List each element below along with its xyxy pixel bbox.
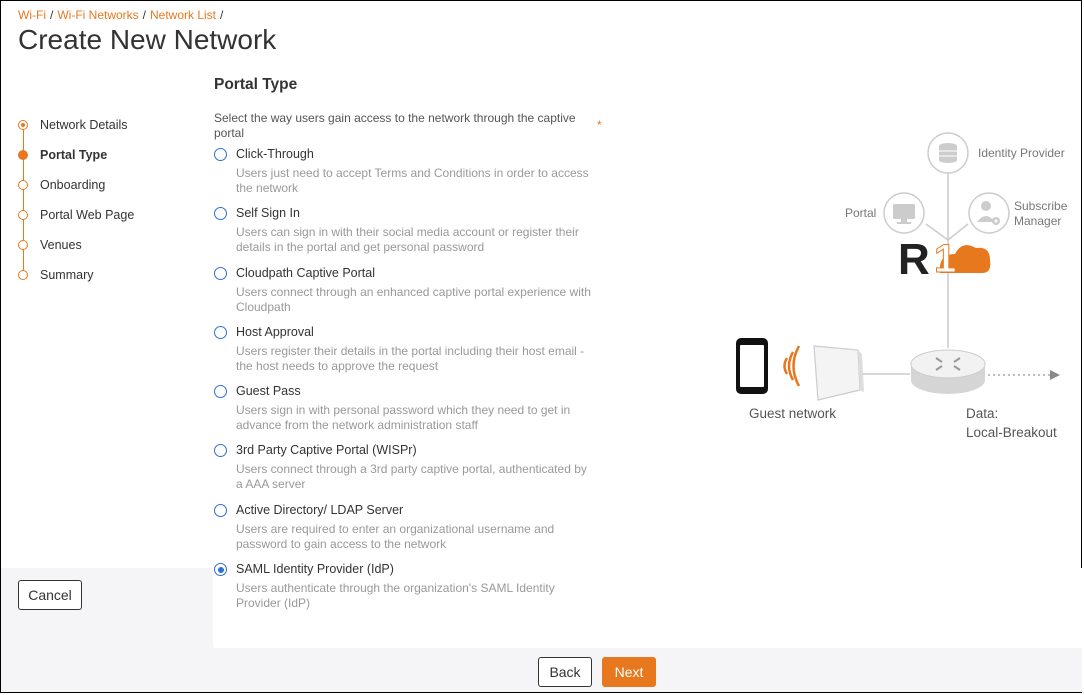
- step-venues[interactable]: Venues: [16, 230, 206, 260]
- local-breakout-label: Local-Breakout: [966, 425, 1057, 440]
- breadcrumb-wifi-networks[interactable]: Wi-Fi Networks: [57, 8, 138, 22]
- subscribe-label: Subscribe: [1014, 199, 1068, 213]
- step-active-icon: [18, 150, 28, 160]
- radio-button[interactable]: [214, 325, 227, 339]
- access-point-icon: [813, 345, 864, 401]
- step-pending-icon: [18, 210, 28, 220]
- option-title: 3rd Party Captive Portal (WISPr): [236, 443, 417, 458]
- step-pending-icon: [18, 240, 28, 250]
- cancel-button[interactable]: Cancel: [18, 580, 82, 610]
- portal-label: Portal: [845, 206, 877, 220]
- user-gear-icon: [968, 192, 1010, 234]
- option-saml-idp[interactable]: SAML Identity Provider (IdP) Users authe…: [214, 562, 604, 622]
- step-pending-icon: [18, 270, 28, 280]
- instructions-text: Select the way users gain access to the …: [214, 111, 576, 140]
- section-title: Portal Type: [214, 76, 298, 93]
- monitor-icon: [883, 192, 925, 234]
- manager-label: Manager: [1014, 214, 1062, 228]
- svg-text:1: 1: [934, 237, 956, 281]
- option-title: Guest Pass: [236, 384, 301, 399]
- option-title: SAML Identity Provider (IdP): [236, 562, 394, 577]
- option-description: Users can sign in with their social medi…: [236, 225, 579, 255]
- next-button[interactable]: Next: [602, 657, 656, 687]
- option-title: Cloudpath Captive Portal: [236, 265, 375, 280]
- steps-connector-line: [23, 125, 24, 275]
- step-label: Portal Web Page: [40, 208, 135, 222]
- step-onboarding[interactable]: Onboarding: [16, 170, 206, 200]
- step-portal-web-page[interactable]: Portal Web Page: [16, 200, 206, 230]
- option-host-approval[interactable]: Host Approval Users register their detai…: [214, 324, 604, 385]
- radio-button[interactable]: [214, 444, 227, 458]
- step-label: Summary: [40, 268, 94, 282]
- option-description: Users sign in with personal password whi…: [236, 403, 571, 433]
- radio-button[interactable]: [214, 207, 227, 221]
- database-icon: [927, 132, 969, 174]
- option-click-through[interactable]: Click-Through Users just need to accept …: [214, 147, 604, 207]
- radio-button[interactable]: [214, 266, 227, 280]
- option-description: Users just need to accept Terms and Cond…: [236, 166, 589, 195]
- wifi-waves-icon: [783, 345, 801, 387]
- step-network-details[interactable]: Network Details: [16, 110, 206, 140]
- option-guest-pass[interactable]: Guest Pass Users sign in with personal p…: [214, 384, 604, 444]
- guest-network-label: Guest network: [749, 406, 837, 421]
- breadcrumb-wifi[interactable]: Wi-Fi: [18, 8, 46, 22]
- option-description: Users are required to enter an organizat…: [236, 521, 555, 551]
- option-description: Users register their details in the port…: [236, 343, 585, 373]
- svg-text:R: R: [898, 235, 930, 284]
- radio-button[interactable]: [214, 385, 227, 399]
- breadcrumb-network-list[interactable]: Network List: [150, 8, 216, 22]
- option-title: Active Directory/ LDAP Server: [236, 502, 404, 517]
- option-title: Click-Through: [236, 147, 314, 161]
- breadcrumb-separator: /: [49, 8, 54, 22]
- option-description: Users connect through a 3rd party captiv…: [236, 462, 587, 492]
- option-wispr[interactable]: 3rd Party Captive Portal (WISPr) Users c…: [214, 443, 604, 503]
- breadcrumb: Wi-Fi / Wi-Fi Networks / Network List /: [18, 8, 227, 22]
- breadcrumb-separator: /: [220, 8, 224, 22]
- wizard-steps: Network Details Portal Type Onboarding P…: [16, 110, 206, 290]
- radio-button[interactable]: [214, 503, 227, 517]
- step-label: Onboarding: [40, 178, 106, 192]
- option-title: Self Sign In: [236, 206, 300, 221]
- step-pending-icon: [18, 180, 28, 190]
- required-marker: *: [597, 118, 602, 132]
- page-title: Create New Network: [18, 24, 277, 55]
- back-button[interactable]: Back: [538, 657, 592, 687]
- step-portal-type[interactable]: Portal Type: [16, 140, 206, 170]
- step-label: Network Details: [40, 118, 128, 132]
- option-self-sign-in[interactable]: Self Sign In Users can sign in with thei…: [214, 206, 604, 266]
- router-icon: [910, 349, 986, 394]
- option-active-directory[interactable]: Active Directory/ LDAP Server Users are …: [214, 502, 604, 563]
- option-title: Host Approval: [236, 324, 314, 339]
- step-label: Venues: [40, 238, 82, 252]
- option-description: Users authenticate through the organizat…: [236, 581, 555, 611]
- option-cloudpath[interactable]: Cloudpath Captive Portal Users connect t…: [214, 265, 604, 326]
- option-description: Users connect through an enhanced captiv…: [236, 284, 591, 314]
- step-summary[interactable]: Summary: [16, 260, 206, 290]
- identity-provider-label: Identity Provider: [978, 146, 1065, 160]
- data-label: Data:: [966, 406, 999, 421]
- radio-button-checked[interactable]: [214, 563, 227, 577]
- phone-icon: [736, 338, 768, 394]
- r1-logo-icon: R 1: [898, 235, 991, 284]
- radio-button[interactable]: [214, 148, 227, 161]
- step-label: Portal Type: [40, 148, 108, 162]
- step-done-icon: [18, 120, 28, 130]
- portal-diagram: R 1 Identity Provider Portal Subscribe M…: [700, 120, 1080, 460]
- arrow-icon: [1050, 370, 1060, 380]
- breadcrumb-separator: /: [142, 8, 146, 22]
- portal-type-options: Click-Through Users just need to accept …: [214, 147, 604, 622]
